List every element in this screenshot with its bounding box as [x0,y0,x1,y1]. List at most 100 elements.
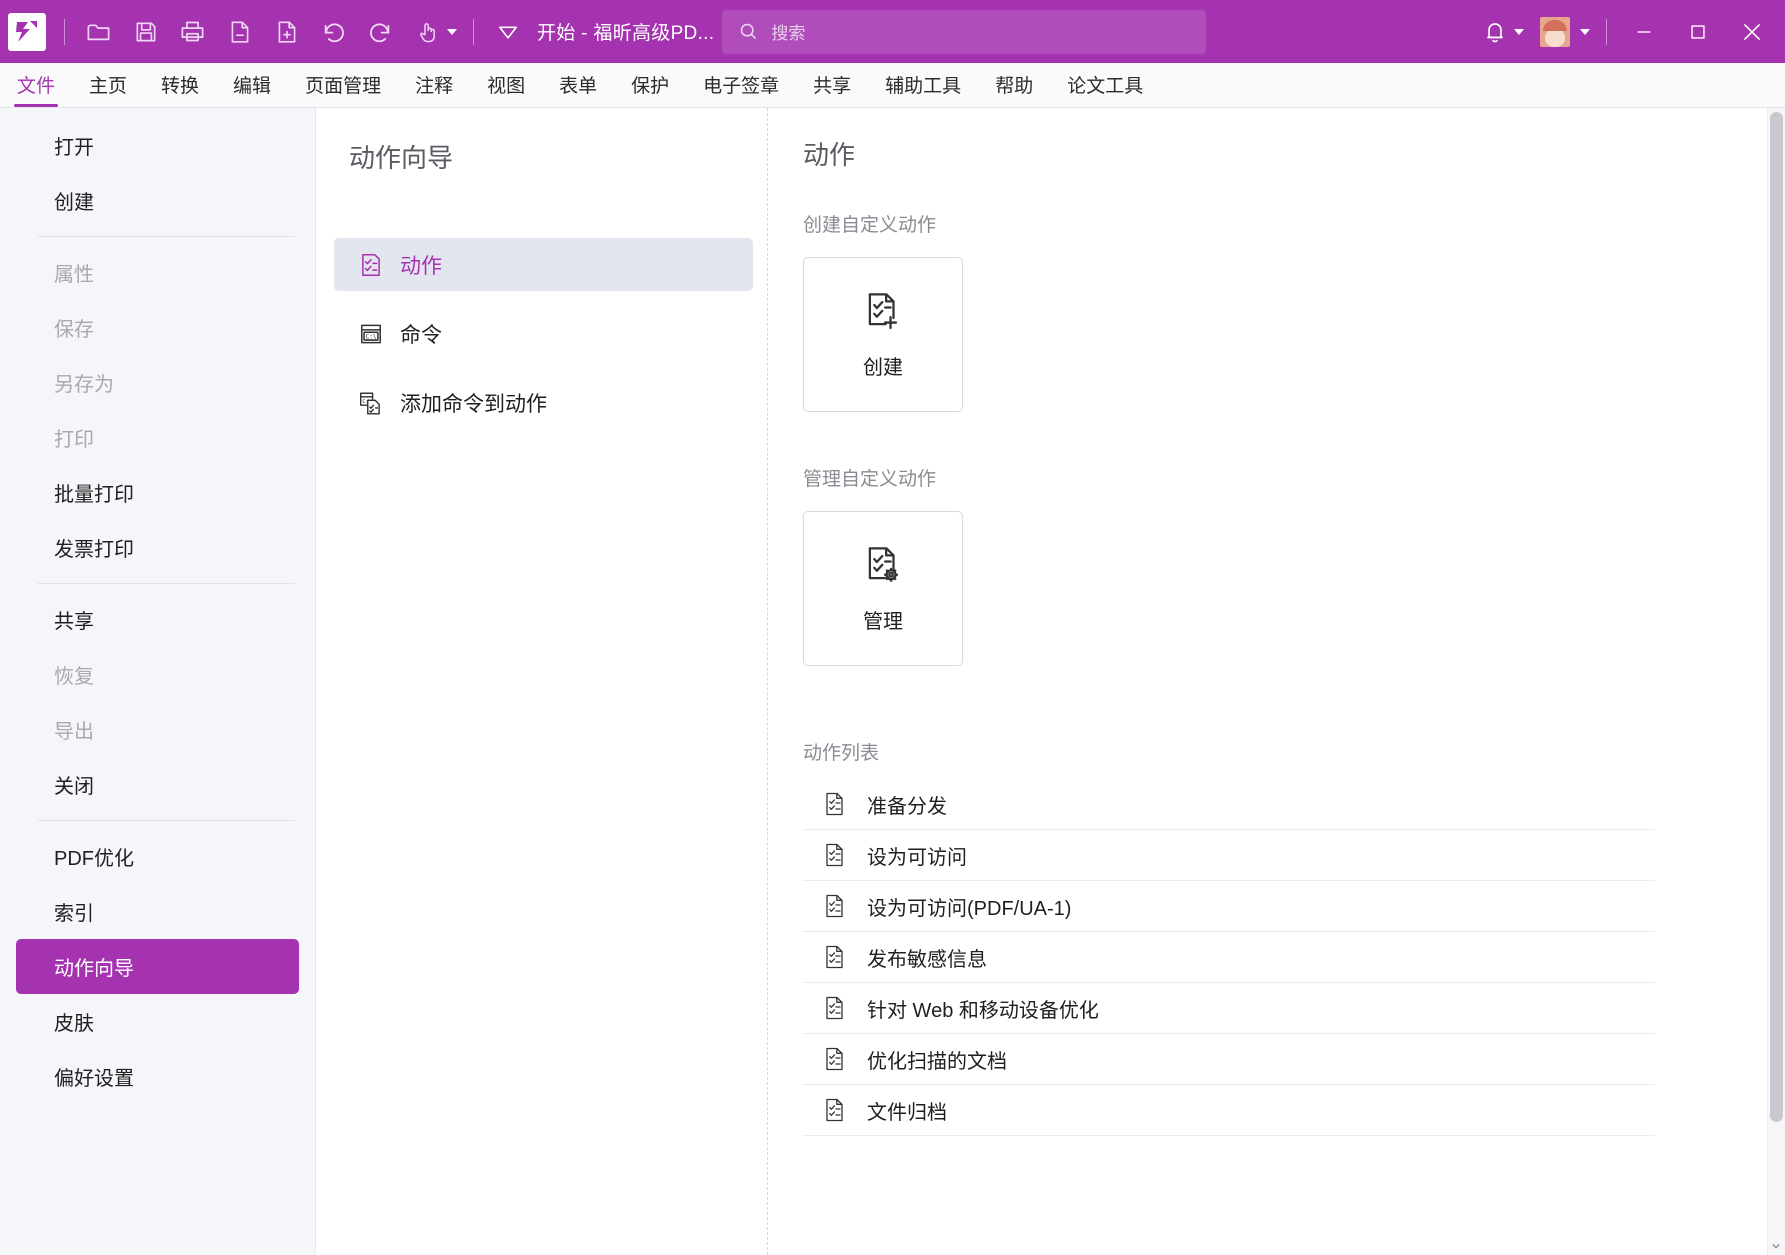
wizard-nav-label: 添加命令到动作 [400,388,547,418]
account-dropdown-caret[interactable] [1580,29,1590,35]
backstage-sidebar: 打开 创建 属性 保存 另存为 打印 批量打印 发票打印 共享 恢复 导出 关闭… [0,108,316,1255]
tab-protect[interactable]: 保护 [614,71,686,107]
search-icon [738,21,759,42]
panel-title: 动作向导 [316,108,767,175]
tab-help[interactable]: 帮助 [978,71,1050,107]
scrollbar-thumb[interactable] [1770,112,1783,1122]
foxit-logo-icon[interactable] [8,13,46,51]
action-doc-icon [823,1097,847,1123]
list-item-label: 优化扫描的文档 [867,1045,1007,1074]
tab-page-manage[interactable]: 页面管理 [288,71,398,107]
save-button[interactable] [122,8,169,55]
tab-esign[interactable]: 电子签章 [686,71,796,107]
manage-action-label: 管理 [863,605,903,634]
manage-custom-action-label: 管理自定义动作 [803,464,1767,491]
new-document-button[interactable] [263,8,310,55]
hand-pointer-icon[interactable] [404,8,451,55]
vertical-scrollbar[interactable] [1767,108,1785,1255]
command-prompt-icon: C:\ [358,321,384,347]
create-action-card[interactable]: 创建 [803,257,963,412]
hand-tool-dropdown-caret[interactable] [447,29,457,35]
action-doc-icon [823,944,847,970]
email-document-button[interactable] [216,8,263,55]
svg-text:C:\: C:\ [366,333,377,340]
list-item[interactable]: 准备分发 [803,779,1655,830]
titlebar-right-group [1471,0,1785,63]
sidebar-divider-2 [38,583,295,584]
list-item-label: 设为可访问 [867,841,967,870]
tab-share[interactable]: 共享 [796,71,868,107]
minimize-icon[interactable] [1617,0,1671,63]
add-command-to-action-icon: C:\ [358,390,384,416]
action-doc-icon [823,995,847,1021]
sidebar-item-save: 保存 [16,300,299,355]
sidebar-item-properties: 属性 [16,245,299,300]
list-item[interactable]: 设为可访问 [803,830,1655,881]
list-item[interactable]: 文件归档 [803,1085,1655,1136]
sidebar-item-share[interactable]: 共享 [16,592,299,647]
list-item-label: 准备分发 [867,790,947,819]
document-check-plus-icon [862,290,904,337]
list-item[interactable]: 优化扫描的文档 [803,1034,1655,1085]
manage-action-card[interactable]: 管理 [803,511,963,666]
wizard-nav-item-command[interactable]: C:\ 命令 [334,307,753,360]
wizard-nav-label: 动作 [400,250,442,280]
document-check-gear-icon [862,544,904,591]
tab-accessibility[interactable]: 辅助工具 [868,71,978,107]
create-action-label: 创建 [863,351,903,380]
chevron-down-outline-icon[interactable] [484,8,531,55]
bell-icon[interactable] [1471,8,1518,55]
document-title: 开始 - 福昕高级PD... [537,18,714,45]
toolbar-separator-2 [473,19,474,45]
avatar[interactable] [1540,17,1570,47]
list-item[interactable]: 发布敏感信息 [803,932,1655,983]
tab-form[interactable]: 表单 [542,71,614,107]
tab-file[interactable]: 文件 [0,71,72,107]
sidebar-item-open[interactable]: 打开 [16,118,299,173]
sidebar-item-skin[interactable]: 皮肤 [16,994,299,1049]
sidebar-item-print: 打印 [16,410,299,465]
chevron-down-icon[interactable] [1767,1237,1785,1255]
search-input[interactable]: 搜索 [722,10,1206,54]
action-detail-panel: 动作 创建自定义动作 创建 管理自定义动作 [768,108,1767,1255]
action-panel-title: 动作 [803,108,1767,172]
sidebar-item-invoice-print[interactable]: 发票打印 [16,520,299,575]
create-custom-action-label: 创建自定义动作 [803,210,1767,237]
undo-button[interactable] [310,8,357,55]
list-item[interactable]: 设为可访问(PDF/UA-1) [803,881,1655,932]
action-wizard-panel: 动作向导 动作 C:\ [316,108,768,1255]
action-list: 准备分发 设为可访问 [803,779,1655,1136]
sidebar-item-preferences[interactable]: 偏好设置 [16,1049,299,1104]
sidebar-item-batch-print[interactable]: 批量打印 [16,465,299,520]
sidebar-item-action-wizard[interactable]: 动作向导 [16,939,299,994]
wizard-nav-item-action[interactable]: 动作 [334,238,753,291]
action-checklist-icon [358,252,384,278]
sidebar-item-pdf-optimize[interactable]: PDF优化 [16,829,299,884]
toolbar-separator-3 [1606,19,1607,45]
maximize-icon[interactable] [1671,0,1725,63]
wizard-nav-item-add-command-to-action[interactable]: C:\ 添加命令到动作 [334,376,753,429]
open-file-button[interactable] [75,8,122,55]
tab-edit[interactable]: 编辑 [216,71,288,107]
sidebar-item-index[interactable]: 索引 [16,884,299,939]
search-placeholder: 搜索 [771,19,805,44]
tab-view[interactable]: 视图 [470,71,542,107]
notification-dropdown-caret[interactable] [1514,29,1524,35]
print-button[interactable] [169,8,216,55]
list-item[interactable]: 针对 Web 和移动设备优化 [803,983,1655,1034]
list-item-label: 发布敏感信息 [867,943,987,972]
sidebar-divider-1 [38,236,295,237]
redo-button[interactable] [357,8,404,55]
sidebar-item-restore: 恢复 [16,647,299,702]
file-backstage: 打开 创建 属性 保存 另存为 打印 批量打印 发票打印 共享 恢复 导出 关闭… [0,108,1785,1255]
tab-comment[interactable]: 注释 [398,71,470,107]
tab-home[interactable]: 主页 [72,71,144,107]
close-icon[interactable] [1725,0,1779,63]
sidebar-item-close[interactable]: 关闭 [16,757,299,812]
wizard-nav-label: 命令 [400,319,442,349]
tab-convert[interactable]: 转换 [144,71,216,107]
action-doc-icon [823,1046,847,1072]
sidebar-item-create[interactable]: 创建 [16,173,299,228]
action-wizard-nav-list: 动作 C:\ 命令 C:\ [316,238,767,429]
tab-paper-tools[interactable]: 论文工具 [1050,71,1160,107]
